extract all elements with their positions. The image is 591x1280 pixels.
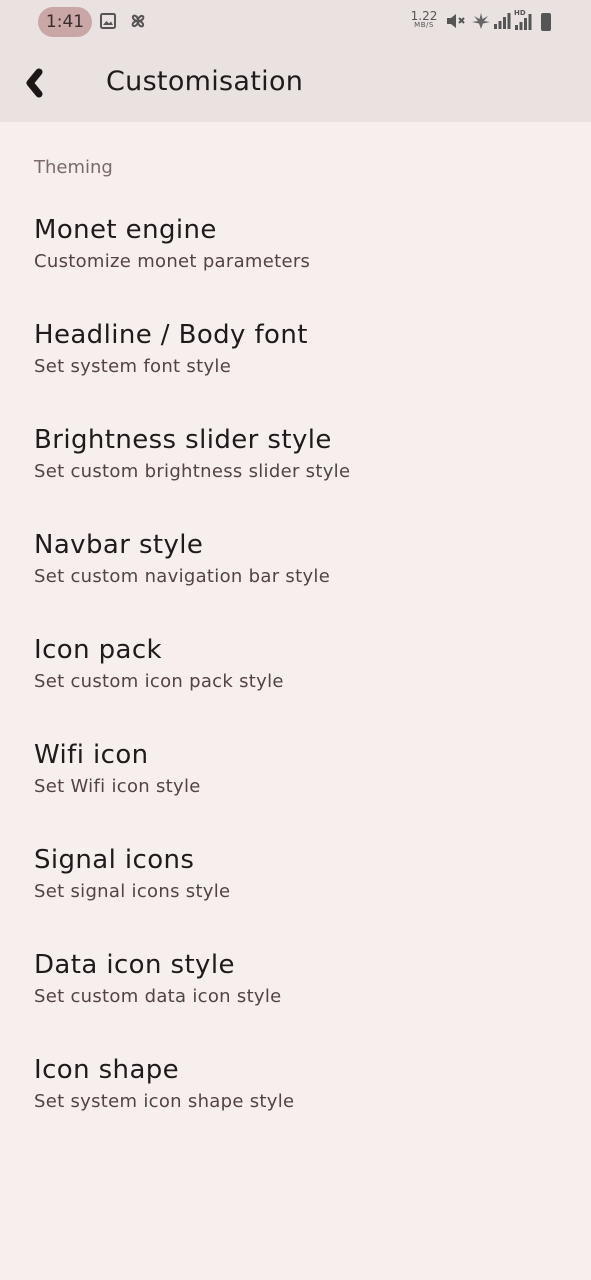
- item-title: Headline / Body font: [34, 320, 308, 350]
- status-time: 1:41: [38, 7, 92, 37]
- pref-headline-body-font[interactable]: Headline / Body font Set system font sty…: [0, 300, 591, 405]
- back-arrow-icon: [26, 68, 43, 98]
- item-summary: Set signal icons style: [34, 881, 231, 902]
- item-title: Signal icons: [34, 845, 195, 875]
- pref-wifi-icon[interactable]: Wifi icon Set Wifi icon style: [0, 720, 591, 825]
- pref-icon-pack[interactable]: Icon pack Set custom icon pack style: [0, 615, 591, 720]
- item-title: Navbar style: [34, 530, 204, 560]
- item-summary: Set system font style: [34, 356, 232, 377]
- item-summary: Set custom data icon style: [34, 986, 282, 1007]
- preference-list: Monet engine Customize monet parameters …: [0, 195, 591, 1140]
- item-title: Monet engine: [34, 215, 217, 245]
- image-icon: [100, 13, 116, 29]
- pinwheel-icon: [131, 14, 145, 28]
- app-bar: Customisation: [0, 44, 591, 122]
- signal-icon: [494, 13, 511, 29]
- status-bar: 1:41 1.22 MB/S HD: [0, 0, 591, 44]
- item-summary: Set custom navigation bar style: [34, 566, 331, 587]
- item-title: Icon pack: [34, 635, 163, 665]
- signal-hd-icon: [515, 14, 532, 30]
- item-summary: Set Wifi icon style: [34, 776, 201, 797]
- leaf-icon: [472, 13, 490, 29]
- item-title: Wifi icon: [34, 740, 149, 770]
- net-speed: 1.22 MB/S: [410, 10, 438, 29]
- item-summary: Set system icon shape style: [34, 1091, 295, 1112]
- pref-navbar-style[interactable]: Navbar style Set custom navigation bar s…: [0, 510, 591, 615]
- mute-icon: [447, 14, 465, 28]
- battery-icon: [541, 13, 551, 31]
- item-summary: Set custom icon pack style: [34, 671, 284, 692]
- pref-brightness-slider-style[interactable]: Brightness slider style Set custom brigh…: [0, 405, 591, 510]
- pref-icon-shape[interactable]: Icon shape Set system icon shape style: [0, 1035, 591, 1140]
- net-speed-unit: MB/S: [414, 21, 434, 29]
- page-title: Customisation: [106, 66, 304, 97]
- pref-data-icon-style[interactable]: Data icon style Set custom data icon sty…: [0, 930, 591, 1035]
- back-button[interactable]: [22, 64, 62, 104]
- item-title: Brightness slider style: [34, 425, 332, 455]
- section-header-theming: Theming: [34, 157, 113, 178]
- item-summary: Set custom brightness slider style: [34, 461, 351, 482]
- item-title: Data icon style: [34, 950, 235, 980]
- pref-signal-icons[interactable]: Signal icons Set signal icons style: [0, 825, 591, 930]
- item-title: Icon shape: [34, 1055, 180, 1085]
- pref-monet-engine[interactable]: Monet engine Customize monet parameters: [0, 195, 591, 300]
- item-summary: Customize monet parameters: [34, 251, 311, 272]
